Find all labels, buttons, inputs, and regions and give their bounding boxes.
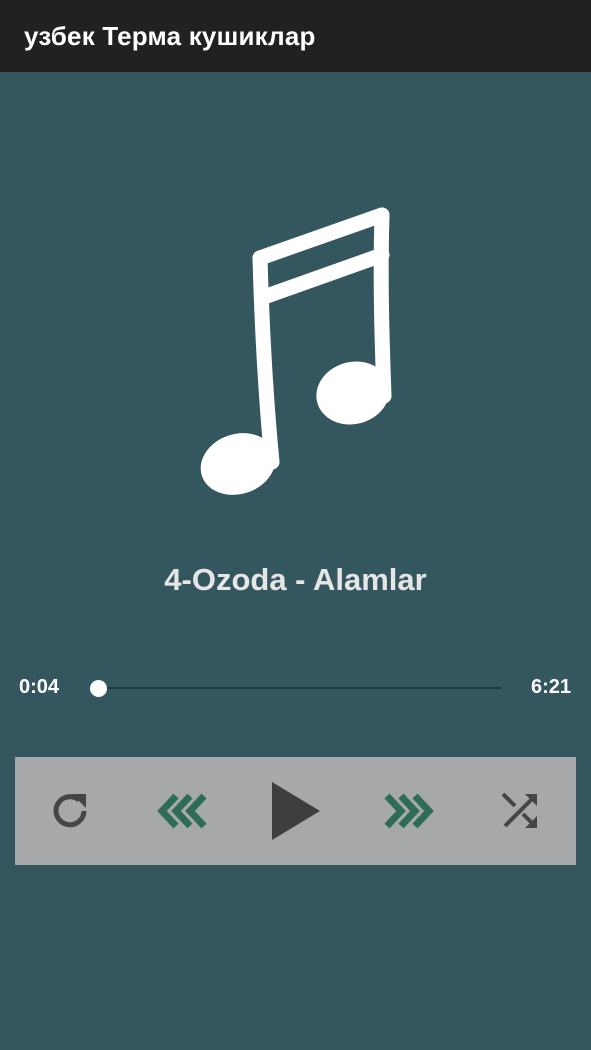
repeat-button[interactable] <box>36 776 106 846</box>
fast-forward-icon <box>384 793 434 829</box>
shuffle-button[interactable] <box>485 776 555 846</box>
seek-track[interactable] <box>94 687 502 689</box>
repeat-icon <box>53 794 87 828</box>
music-note-icon <box>200 207 392 495</box>
elapsed-time: 0:04 <box>19 676 60 698</box>
rewind-icon <box>157 793 207 829</box>
play-button[interactable] <box>260 776 330 846</box>
app-bar: узбек Терма кушиклар <box>0 0 591 72</box>
shuffle-icon <box>501 792 537 828</box>
track-title: 4-Ozoda - Alamlar <box>164 562 427 597</box>
previous-button[interactable] <box>148 776 218 846</box>
seek-thumb[interactable] <box>90 680 108 697</box>
app-title: узбек Терма кушиклар <box>24 20 316 51</box>
next-button[interactable] <box>373 776 443 846</box>
total-time: 6:21 <box>530 676 571 698</box>
play-icon <box>272 782 321 840</box>
seek-bar[interactable] <box>90 680 502 697</box>
playback-controls <box>15 757 576 865</box>
